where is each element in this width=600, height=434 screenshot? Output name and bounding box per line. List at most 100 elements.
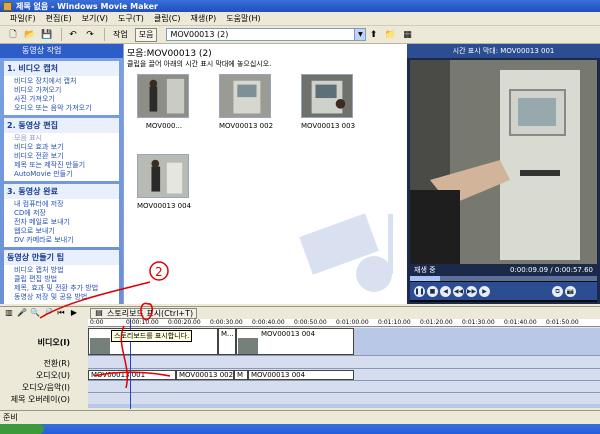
clip-label: MOV00013 003: [300, 122, 356, 130]
task-view-effects[interactable]: 비디오 효과 보기: [14, 143, 116, 152]
collection-dropdown[interactable]: MOV00013 (2) ▼: [166, 28, 367, 41]
menu-edit[interactable]: 편집(E): [46, 13, 72, 24]
zoom-in-icon[interactable]: 🔍: [30, 308, 40, 318]
clip-item[interactable]: MOV000...: [134, 74, 194, 130]
tasks-button[interactable]: 작업: [109, 28, 132, 42]
task-view-transitions[interactable]: 비디오 전환 보기: [14, 152, 116, 161]
narrate-timeline-icon[interactable]: 🎤: [17, 308, 27, 318]
collection-hint: 클립을 끌어 아래의 시간 표시 막대에 놓으십시오.: [127, 60, 272, 68]
ruler-tick: 0:00:30.00: [210, 319, 243, 326]
timeline-audio-clip[interactable]: MOV00013 004: [248, 370, 354, 380]
preview-frame: [410, 60, 597, 264]
view-options-icon[interactable]: ▦: [400, 28, 414, 42]
music-track-label: 오디오/음악(I): [21, 383, 70, 392]
video-track-label[interactable]: 비디오(I): [38, 337, 70, 348]
clip-thumbnail[interactable]: [219, 74, 271, 118]
menu-view[interactable]: 보기(V): [82, 13, 108, 24]
tip-edit-clips[interactable]: 클립 편집 방법: [14, 275, 116, 284]
task-group-capture: 1. 비디오 캡처 비디오 장치에서 캡처 비디오 가져오기 사진 가져오기 오…: [4, 61, 119, 115]
task-import-pictures[interactable]: 사진 가져오기: [14, 95, 116, 104]
audio-track-label: 오디오(U): [35, 371, 70, 380]
task-save-to-computer[interactable]: 내 컴퓨터에 저장: [14, 200, 116, 209]
ruler-tick: 0:00:40.00: [252, 319, 285, 326]
playback-status: 재생 중: [414, 266, 436, 274]
show-storyboard-button[interactable]: ▤ 스토리보드 표시(Ctrl+T): [90, 307, 198, 319]
stop-icon[interactable]: ■: [427, 285, 438, 297]
toolbar-divider: [61, 28, 62, 41]
menu-file[interactable]: 파일(F): [10, 13, 36, 24]
clip-thumbnail[interactable]: [137, 154, 189, 198]
task-send-email[interactable]: 전자 메일로 보내기: [14, 218, 116, 227]
play-timeline-icon[interactable]: ▶: [69, 308, 79, 318]
task-group-edit: 2. 동영상 편집 모음 표시 비디오 효과 보기 비디오 전환 보기 제목 또…: [4, 118, 119, 181]
task-save-to-cd[interactable]: CD에 저장: [14, 209, 116, 218]
seek-bar[interactable]: [410, 276, 597, 281]
new-folder-icon[interactable]: 📁: [383, 28, 397, 42]
task-automovie[interactable]: AutoMovie 만들기: [14, 170, 116, 179]
playback-time: 0:00:09.09 / 0:00:57.60: [509, 266, 593, 274]
redo-icon[interactable]: ↷: [83, 28, 97, 42]
ruler-tick: 0:01:30.00: [462, 319, 495, 326]
film-music-watermark-icon: [299, 213, 393, 292]
title-overlay-track[interactable]: [88, 392, 600, 404]
clip-item[interactable]: MOV00013 004: [134, 154, 194, 210]
task-send-web[interactable]: 웹으로 보내기: [14, 227, 116, 236]
previous-frame-icon[interactable]: ◀: [440, 285, 451, 297]
forward-icon[interactable]: ▶▶: [466, 285, 477, 297]
task-group-title[interactable]: 동영상 만들기 팁: [4, 250, 119, 265]
menu-clip[interactable]: 클립(C): [154, 13, 181, 24]
clip-item[interactable]: MOV00013 003: [298, 74, 358, 130]
transition-track[interactable]: [88, 355, 600, 368]
storyboard-tooltip: 스토리보드를 표시합니다.: [111, 330, 193, 342]
tip-save-share[interactable]: 동영상 저장 및 공유 방법: [14, 293, 116, 302]
timeline-audio-clip[interactable]: MOV00013 002: [176, 370, 234, 380]
task-group-title[interactable]: 2. 동영상 편집: [4, 118, 119, 133]
toolbar-divider: [104, 28, 105, 41]
chevron-down-icon[interactable]: ▼: [354, 29, 366, 40]
timeline-audio-clip[interactable]: M: [234, 370, 248, 380]
audio-track[interactable]: MOV00013 001 MOV00013 002 M MOV00013 004: [88, 368, 600, 380]
ruler-tick: 0:01:00.00: [336, 319, 369, 326]
task-group-tips: 동영상 만들기 팁 비디오 캡처 방법 클립 편집 방법 제목, 효과 및 전환…: [4, 250, 119, 304]
task-send-dv-camera[interactable]: DV 카메라로 보내기: [14, 236, 116, 245]
up-folder-icon[interactable]: ⬆: [366, 28, 380, 42]
snapshot-icon[interactable]: 📷: [565, 285, 576, 297]
timeline-clip-thumbnail: [238, 338, 258, 354]
task-group-title[interactable]: 1. 비디오 캡처: [4, 61, 119, 76]
collections-button[interactable]: 모음: [134, 27, 158, 42]
menu-tools[interactable]: 도구(T): [118, 13, 144, 24]
task-show-collections[interactable]: 모음 표시: [14, 134, 116, 143]
clip-thumbnail[interactable]: [301, 74, 353, 118]
open-project-icon[interactable]: 📂: [23, 28, 37, 42]
ruler-tick: 0:01:40.00: [504, 319, 537, 326]
task-capture-from-device[interactable]: 비디오 장치에서 캡처: [14, 77, 116, 86]
zoom-out-icon[interactable]: 🔎: [43, 308, 53, 318]
rewind-timeline-icon[interactable]: ⏮: [56, 308, 66, 318]
timeline-video-clip[interactable]: MOV00013 004: [236, 328, 354, 355]
task-import-video[interactable]: 비디오 가져오기: [14, 86, 116, 95]
clip-item[interactable]: MOV00013 002: [216, 74, 276, 130]
windows-taskbar: [0, 424, 600, 434]
play-pause-icon[interactable]: ❚❚: [414, 285, 425, 297]
audio-music-track[interactable]: [88, 380, 600, 392]
timeline-video-clip[interactable]: M...: [218, 328, 236, 355]
timeline-audio-clip[interactable]: MOV00013 001: [88, 370, 176, 380]
undo-icon[interactable]: ↶: [66, 28, 80, 42]
rewind-icon[interactable]: ◀◀: [453, 285, 464, 297]
task-import-audio[interactable]: 오디오 또는 음악 가져오기: [14, 104, 116, 113]
menu-play[interactable]: 재생(P): [190, 13, 216, 24]
tip-add-effects[interactable]: 제목, 효과 및 전환 추가 방법: [14, 284, 116, 293]
task-group-title[interactable]: 3. 동영상 완료: [4, 184, 119, 199]
split-clip-icon[interactable]: ⧉: [552, 285, 563, 297]
new-project-icon[interactable]: 🗋: [6, 28, 20, 42]
task-make-titles[interactable]: 제목 또는 제작진 만들기: [14, 161, 116, 170]
clip-thumbnail[interactable]: [137, 74, 189, 118]
save-project-icon[interactable]: 💾: [40, 28, 54, 42]
movie-tasks-pane: 동영상 작업 1. 비디오 캡처 비디오 장치에서 캡처 비디오 가져오기 사진…: [0, 44, 123, 304]
start-button[interactable]: [0, 424, 44, 434]
menu-help[interactable]: 도움말(H): [226, 13, 260, 24]
set-audio-levels-icon[interactable]: ▥: [4, 308, 14, 318]
timeline-ruler[interactable]: 0:00 0:00:10.00 0:00:20.00 0:00:30.00 0:…: [88, 319, 600, 327]
next-frame-icon[interactable]: ▶: [479, 285, 490, 297]
tip-capture-video[interactable]: 비디오 캡처 방법: [14, 266, 116, 275]
